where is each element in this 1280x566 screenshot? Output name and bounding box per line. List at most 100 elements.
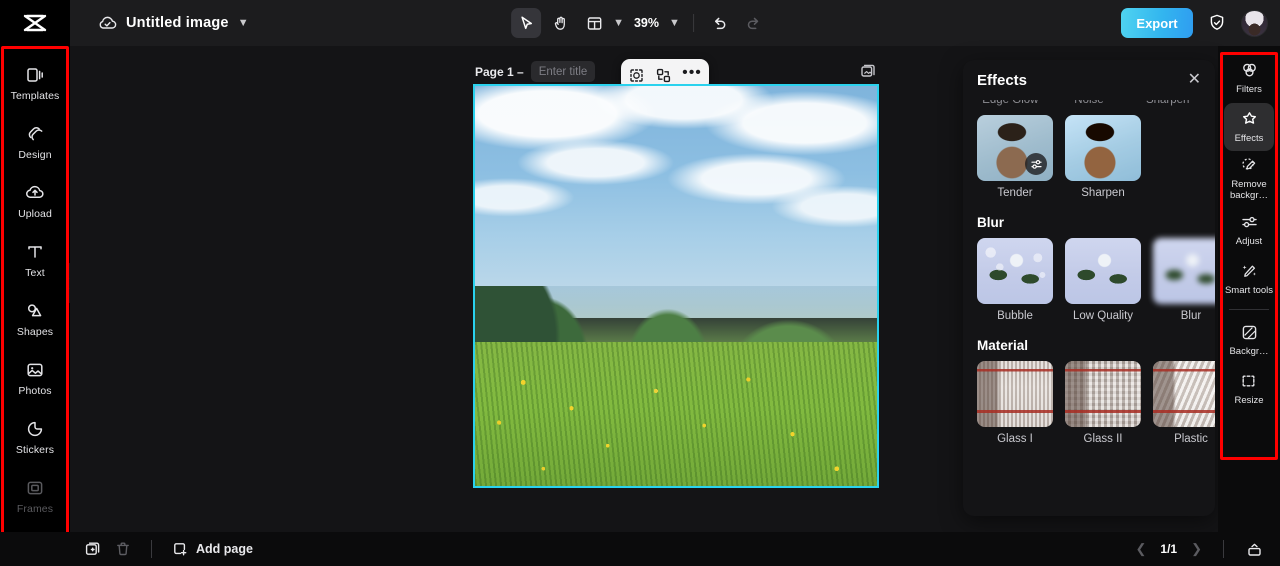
right-rail-divider xyxy=(1229,309,1269,310)
sidebar-item-upload[interactable]: Upload xyxy=(4,172,66,229)
export-button[interactable]: Export xyxy=(1121,8,1193,38)
photos-icon xyxy=(27,363,43,377)
right-rail-label: Smart tools xyxy=(1224,285,1274,296)
layout-tool-button[interactable] xyxy=(579,8,609,38)
bottom-bar-left: Add page xyxy=(84,540,253,558)
select-tool-button[interactable] xyxy=(511,8,542,38)
document-title: Untitled image xyxy=(126,15,229,31)
adjust-sliders-icon xyxy=(1241,216,1257,228)
right-rail-item-resize[interactable]: Resize xyxy=(1224,365,1274,413)
chevron-right-icon[interactable]: ❯ xyxy=(1191,541,1202,557)
sidebar-item-stickers[interactable]: Stickers xyxy=(4,408,66,465)
app-logo[interactable] xyxy=(0,0,70,46)
effect-item-glass-ii[interactable]: Glass II xyxy=(1065,361,1141,445)
effect-thumbnail[interactable] xyxy=(1065,115,1141,181)
effect-thumbnail[interactable] xyxy=(977,115,1053,181)
filters-icon xyxy=(1242,63,1256,77)
effect-item-blur[interactable]: Blur xyxy=(1153,238,1215,322)
background-icon xyxy=(1242,325,1256,340)
right-rail-item-filters[interactable]: Filters xyxy=(1224,54,1274,102)
effect-item-low-quality[interactable]: Low Quality xyxy=(1065,238,1141,322)
sidebar-item-label: Templates xyxy=(10,89,60,102)
effect-thumbnail[interactable] xyxy=(977,361,1053,427)
effect-item-plastic[interactable]: Plastic xyxy=(1153,361,1215,445)
effect-name: Glass II xyxy=(1083,433,1123,445)
cutout-select-icon[interactable] xyxy=(628,67,645,84)
app-root: Untitled image ▼ ▼ 39% ▼ Export Template… xyxy=(0,0,1280,566)
effect-thumbnail[interactable] xyxy=(1153,361,1215,427)
cursor-arrow-icon xyxy=(520,15,532,29)
right-rail-item-smart-tools[interactable]: Smart tools xyxy=(1224,255,1274,303)
adjust-sliders-icon[interactable] xyxy=(1025,153,1047,175)
page-tray-icon[interactable] xyxy=(1245,540,1264,559)
page-label: Page 1 – xyxy=(475,64,524,79)
right-rail-label: Remove backgr… xyxy=(1229,179,1268,201)
zoom-control[interactable]: 39% ▼ xyxy=(628,16,682,30)
sidebar-item-templates[interactable]: Templates xyxy=(4,54,66,111)
effect-item-sharpen[interactable]: Sharpen xyxy=(1065,115,1141,199)
right-rail-label: Adjust xyxy=(1235,236,1263,247)
trash-icon xyxy=(117,542,129,556)
zoom-chevron-down-icon[interactable]: ▼ xyxy=(669,17,680,29)
sidebar-item-text[interactable]: Text xyxy=(4,231,66,288)
avatar[interactable] xyxy=(1241,9,1268,37)
duplicate-page-button[interactable] xyxy=(84,540,102,558)
effect-item-glass-i[interactable]: Glass I xyxy=(977,361,1053,445)
undo-button[interactable] xyxy=(705,8,735,38)
add-page-button[interactable]: Add page xyxy=(171,540,253,558)
hand-tool-button[interactable] xyxy=(545,8,575,38)
right-rail-label: Effects xyxy=(1234,133,1264,144)
landscape-photo xyxy=(475,86,877,486)
remove-background-icon xyxy=(1241,158,1255,170)
capcut-logo-icon xyxy=(23,14,47,32)
effect-item-bubble[interactable]: Bubble xyxy=(977,238,1053,322)
sidebar-item-frames[interactable]: Frames xyxy=(4,467,66,524)
layers-button[interactable] xyxy=(857,60,879,82)
artboard-selected-image[interactable] xyxy=(473,84,879,488)
effect-thumbnail[interactable] xyxy=(1065,361,1141,427)
shield-check-icon[interactable] xyxy=(1207,13,1227,33)
delete-page-button[interactable] xyxy=(114,540,132,558)
redo-button[interactable] xyxy=(739,8,769,38)
replace-image-icon[interactable] xyxy=(655,67,672,84)
frames-icon xyxy=(27,481,43,495)
right-rail-item-background[interactable]: Backgr… xyxy=(1224,316,1274,364)
effect-name: Plastic xyxy=(1174,433,1208,445)
effect-thumbnail[interactable] xyxy=(1153,238,1215,304)
duplicate-page-icon xyxy=(85,542,100,555)
sidebar-item-design[interactable]: Design xyxy=(4,113,66,170)
chevron-down-icon[interactable]: ▼ xyxy=(238,17,249,29)
effects-panel: Effects ✕ Edge Glow Noise Sharpen Tender… xyxy=(963,60,1215,516)
effect-name: Sharpen xyxy=(1081,187,1125,199)
bottom-bar-right: ❮ 1/1 ❯ xyxy=(1136,540,1265,559)
more-options-icon[interactable]: ••• xyxy=(682,64,702,80)
layout-chevron-down-icon[interactable]: ▼ xyxy=(613,17,624,29)
layout-grid-icon xyxy=(587,16,601,30)
sidebar-item-label: Text xyxy=(25,266,45,279)
right-rail-item-adjust[interactable]: Adjust xyxy=(1224,206,1274,254)
page-title-input[interactable]: Enter title xyxy=(530,61,596,82)
effects-star-icon xyxy=(1242,112,1256,124)
chevron-left-icon[interactable]: ❮ xyxy=(1136,541,1147,557)
text-icon xyxy=(28,246,42,258)
design-icon xyxy=(28,126,43,141)
right-rail-item-effects[interactable]: Effects xyxy=(1224,103,1274,151)
effect-thumbnail[interactable] xyxy=(977,238,1053,304)
sidebar-item-shapes[interactable]: Shapes xyxy=(4,290,66,347)
templates-icon xyxy=(27,68,43,82)
effect-item-tender[interactable]: Tender xyxy=(977,115,1053,199)
cloud-saved-icon xyxy=(99,16,117,29)
sidebar-item-photos[interactable]: Photos xyxy=(4,349,66,406)
document-title-chip[interactable]: Untitled image ▼ xyxy=(98,15,249,32)
effects-panel-header: Effects ✕ xyxy=(963,60,1215,100)
effect-thumbnail[interactable] xyxy=(1065,238,1141,304)
close-icon[interactable]: ✕ xyxy=(1188,72,1201,88)
effects-panel-body[interactable]: Edge Glow Noise Sharpen Tender Sharpen B… xyxy=(963,94,1215,516)
effects-row-material: Glass I Glass II Plastic xyxy=(977,361,1215,445)
photo-meadow-layer xyxy=(475,342,877,486)
bottom-bar: Add page ❮ 1/1 ❯ xyxy=(0,532,1280,566)
canvas-toolbar: ▼ 39% ▼ xyxy=(511,7,769,39)
layers-icon xyxy=(861,64,875,77)
effect-name: Low Quality xyxy=(1072,310,1134,322)
right-rail-item-remove-background[interactable]: Remove backgr… xyxy=(1224,152,1274,205)
